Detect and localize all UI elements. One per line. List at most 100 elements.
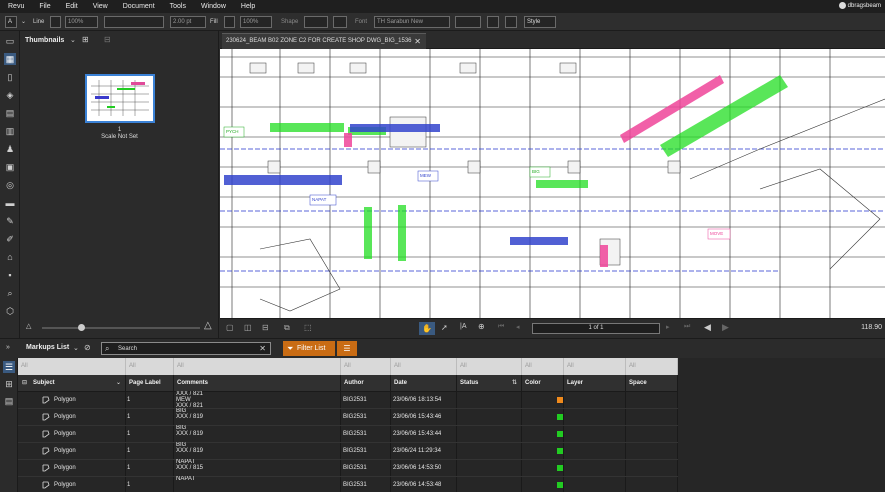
shape-select[interactable]	[304, 16, 328, 28]
clear-search-icon[interactable]: ✕	[259, 344, 266, 353]
menu-edit[interactable]: Edit	[58, 3, 85, 10]
filter-color[interactable]: All	[522, 358, 564, 375]
slider-handle[interactable]	[78, 324, 85, 331]
page-thumbnail[interactable]	[85, 74, 155, 123]
users-icon[interactable]: ♟	[4, 143, 16, 155]
drawing-canvas[interactable]: MEW BIG NAPAT PYCH MOVE	[220, 49, 885, 318]
line-opacity-field[interactable]: 100%	[65, 16, 98, 28]
markup-green-4[interactable]	[364, 207, 372, 259]
table-row[interactable]: Polygon 1 BIG XXX / 819 BIG2531 23/06/24 11:2…	[18, 442, 678, 460]
font-select[interactable]: TH Sarabun New	[374, 16, 450, 28]
thumbnail-options-icon[interactable]: ⊟	[104, 35, 111, 44]
sort-icon[interactable]: ⇅	[512, 375, 517, 392]
thumbnails-icon[interactable]: ▦	[4, 53, 16, 65]
collapse-panel-icon[interactable]: »	[6, 344, 10, 351]
table-row[interactable]: Polygon 1 BIG XXX / 819 BIG2531 23/06/06 15:4…	[18, 425, 678, 443]
prev-page-icon[interactable]: ◂	[516, 323, 520, 331]
column-comments[interactable]: Comments	[174, 375, 341, 392]
toolchest-icon[interactable]: ▤	[4, 107, 16, 119]
snapshot-icon[interactable]: ⬚	[304, 323, 312, 332]
document-tab[interactable]: 230624_BEAM B02 ZONE C2 FOR CREATE SHOP …	[222, 33, 426, 49]
menu-help[interactable]: Help	[233, 3, 262, 10]
text-select-icon[interactable]: |A	[460, 323, 467, 330]
back-view-icon[interactable]: ◀	[704, 322, 711, 333]
zoom-icon[interactable]: ⊕	[478, 322, 485, 331]
measure-icon[interactable]: ▬	[4, 197, 16, 209]
first-page-icon[interactable]: ⏮	[498, 323, 504, 331]
column-space[interactable]: Space	[626, 375, 678, 392]
filter-space[interactable]: All	[626, 358, 678, 375]
font-size-select[interactable]	[455, 16, 481, 28]
filter-comments[interactable]: All	[174, 358, 341, 375]
menu-revu[interactable]: Revu	[0, 3, 31, 10]
column-author[interactable]: Author	[341, 375, 391, 392]
layers-icon[interactable]: ◈	[4, 89, 16, 101]
single-page-icon[interactable]: ▢	[226, 323, 234, 332]
markup-blue-2[interactable]	[350, 124, 440, 132]
markup-green-3[interactable]	[536, 180, 588, 188]
thumbnail-size-slider[interactable]	[42, 327, 200, 329]
column-status[interactable]: Status ⇅	[457, 375, 522, 392]
report-icon[interactable]: ▤	[3, 395, 15, 407]
filter-settings-button[interactable]: ☰	[337, 341, 357, 356]
table-row[interactable]: Polygon 1 NAPAT BIG2531 23/06/06 14:53:48	[18, 476, 678, 492]
menu-file[interactable]: File	[31, 3, 57, 10]
save-icon[interactable]: ▪	[4, 269, 16, 281]
menu-window[interactable]: Window	[193, 3, 233, 10]
last-page-icon[interactable]: ⏭	[684, 323, 690, 331]
table-row[interactable]: Polygon 1 XXX / 821 MEW XXX / 821 BIG2531 23/0…	[18, 391, 678, 409]
filter-status[interactable]: All	[457, 358, 522, 375]
markup-icon[interactable]: ✐	[4, 233, 16, 245]
zoom-level[interactable]: 118.90	[861, 324, 882, 331]
markup-pink-2[interactable]	[344, 133, 352, 147]
properties-icon[interactable]: ▥	[4, 125, 16, 137]
forward-view-icon[interactable]: ▶	[722, 322, 729, 333]
filter-date[interactable]: All	[391, 358, 457, 375]
column-subject[interactable]: ⊟ Subject ⌄	[18, 375, 126, 392]
markup-pink-1[interactable]	[600, 245, 608, 267]
font-color-button[interactable]	[487, 16, 499, 28]
chevron-down-icon[interactable]: ⌄	[21, 16, 33, 28]
column-layer[interactable]: Layer	[564, 375, 626, 392]
font-format-button[interactable]	[505, 16, 517, 28]
menu-document[interactable]: Document	[115, 3, 162, 10]
filter-author[interactable]: All	[341, 358, 391, 375]
close-icon[interactable]: ✕	[414, 34, 421, 49]
split-view-icon[interactable]: ◫	[244, 323, 252, 332]
fill-color-swatch[interactable]	[224, 16, 235, 28]
text-style-button[interactable]: A	[5, 16, 17, 28]
markup-green-1[interactable]	[270, 123, 344, 132]
expand-icon[interactable]	[333, 16, 347, 28]
line-color-swatch[interactable]	[50, 16, 61, 28]
style-select[interactable]: Style	[524, 16, 556, 28]
expand-all-icon[interactable]: ⊟	[22, 375, 27, 392]
bookmarks-icon[interactable]: ▯	[4, 71, 16, 83]
tag-icon[interactable]: ⌂	[4, 251, 16, 263]
chevron-down-icon[interactable]: ⌄	[116, 375, 121, 392]
sync-icon[interactable]: ⧉	[284, 323, 290, 333]
column-page-label[interactable]: Page Label	[126, 375, 174, 392]
summary-icon[interactable]: ⊞	[3, 378, 15, 390]
markup-blue-1[interactable]	[224, 175, 342, 185]
fill-opacity-field[interactable]: 100%	[240, 16, 272, 28]
chevron-down-icon[interactable]: ⌄	[70, 36, 76, 44]
hide-markups-icon[interactable]: ⊘	[84, 343, 91, 352]
compass-icon[interactable]: ◎	[4, 179, 16, 191]
select-tool-icon[interactable]: ➚	[441, 323, 448, 332]
markup-green-5[interactable]	[398, 205, 406, 261]
table-row[interactable]: Polygon 1 NAPAT XXX / 815 BIG2531 23/06/06 14…	[18, 459, 678, 477]
horizontal-split-icon[interactable]: ⊟	[262, 323, 269, 332]
forms-icon[interactable]: ▣	[4, 161, 16, 173]
filter-list-button[interactable]: ⏷ Filter List	[283, 341, 335, 356]
page-indicator[interactable]: 1 of 1	[532, 323, 660, 334]
table-row[interactable]: Polygon 1 BIG XXX / 819 BIG2531 23/06/06 15:4…	[18, 408, 678, 426]
shape-icon[interactable]: ⬡	[4, 305, 16, 317]
next-page-icon[interactable]: ▸	[666, 323, 670, 331]
search-icon[interactable]: ⌕	[4, 287, 16, 299]
filter-subject[interactable]: All	[18, 358, 126, 375]
column-date[interactable]: Date	[391, 375, 457, 392]
line-style-select[interactable]	[104, 16, 164, 28]
list-view-icon[interactable]: ☰	[3, 361, 15, 373]
menu-tools[interactable]: Tools	[162, 3, 193, 10]
column-color[interactable]: Color	[522, 375, 564, 392]
